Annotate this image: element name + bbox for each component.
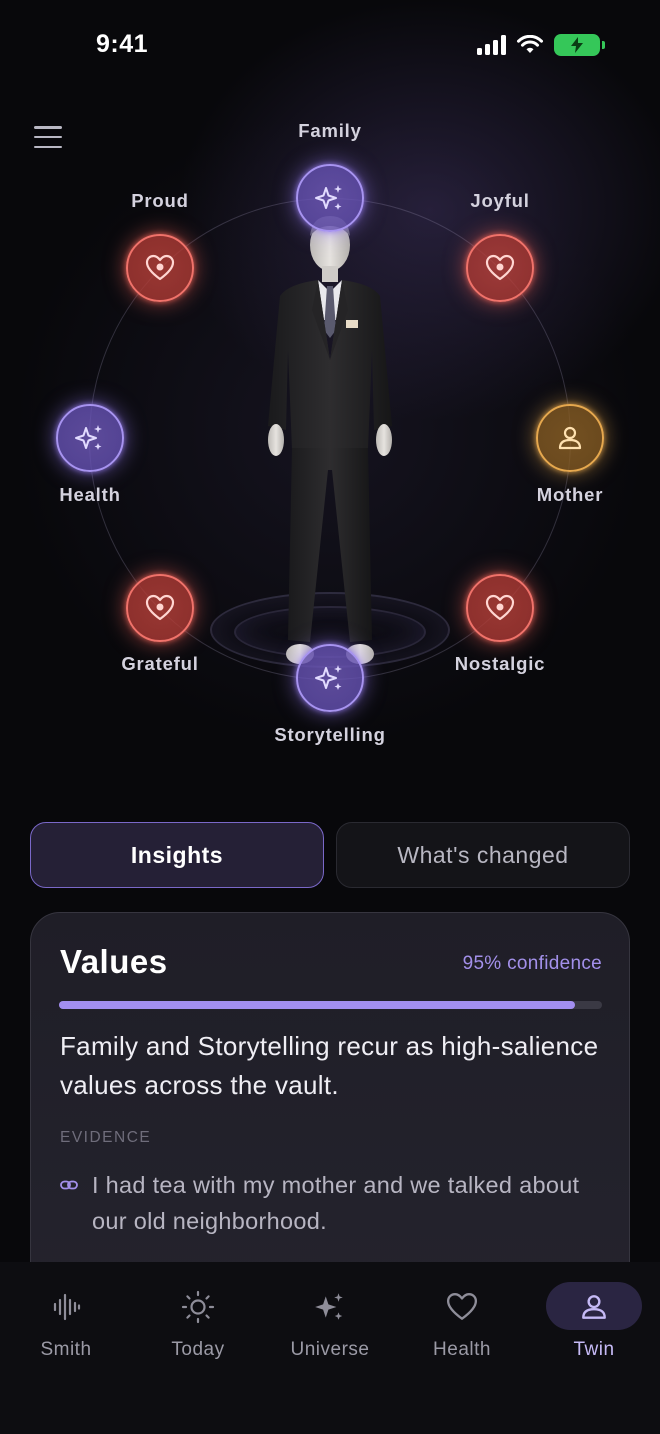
tab-whats-changed[interactable]: What's changed <box>336 822 630 888</box>
insight-card[interactable]: Values 95% confidence Family and Storyte… <box>30 912 630 1292</box>
node-label-grateful: Grateful <box>121 653 199 674</box>
node-label-mother: Mother <box>536 484 604 505</box>
node-label-nostalgic: Nostalgic <box>454 653 546 674</box>
battery-icon <box>554 34 605 56</box>
evidence-heading: EVIDENCE <box>60 1129 152 1146</box>
heart-icon <box>145 254 175 281</box>
node-nostalgic[interactable] <box>466 574 534 642</box>
link-icon <box>60 1180 78 1190</box>
nav-label-health: Health <box>433 1339 491 1360</box>
heart-icon <box>446 1293 478 1320</box>
heart-icon <box>485 254 515 281</box>
confidence-bar-fill <box>59 1001 575 1009</box>
heart-icon <box>145 594 175 621</box>
waveform-icon <box>53 1293 81 1321</box>
node-storytelling[interactable] <box>296 644 364 712</box>
node-mother[interactable] <box>536 404 604 472</box>
twin-avatar[interactable] <box>250 200 410 680</box>
wifi-icon <box>517 35 543 53</box>
menu-icon[interactable] <box>34 126 62 148</box>
sparkles-icon <box>315 665 342 690</box>
bottom-nav: Smith Today Universe Health Twin <box>0 1262 660 1434</box>
status-icons <box>477 34 605 56</box>
sun-icon <box>181 1290 215 1324</box>
sparkles-icon <box>315 185 342 210</box>
heart-icon <box>485 594 515 621</box>
nav-item-today[interactable]: Today <box>143 1280 253 1380</box>
person-icon <box>558 426 582 450</box>
nav-label-smith: Smith <box>40 1339 92 1360</box>
cellular-signal-icon <box>477 35 506 55</box>
nav-label-twin: Twin <box>573 1339 615 1360</box>
sparkles-icon <box>75 425 102 450</box>
node-joyful[interactable] <box>466 234 534 302</box>
status-time: 9:41 <box>96 30 149 58</box>
node-health[interactable] <box>56 404 124 472</box>
nav-label-universe: Universe <box>290 1339 370 1360</box>
nav-label-today: Today <box>171 1339 225 1360</box>
node-label-storytelling: Storytelling <box>274 724 386 745</box>
tab-insights[interactable]: Insights <box>30 822 324 888</box>
person-icon <box>582 1295 606 1319</box>
card-title: Values <box>60 943 168 980</box>
node-label-health: Health <box>59 484 121 505</box>
evidence-item[interactable]: I had tea with my mother and we talked a… <box>60 1167 600 1239</box>
node-label-proud: Proud <box>131 190 189 211</box>
sparkles-icon <box>315 1293 343 1320</box>
nav-item-health[interactable]: Health <box>407 1280 517 1380</box>
node-family[interactable] <box>296 164 364 232</box>
nav-item-universe[interactable]: Universe <box>275 1280 385 1380</box>
nav-item-smith[interactable]: Smith <box>11 1280 121 1380</box>
node-label-family: Family <box>298 120 362 141</box>
confidence-bar <box>59 1001 602 1009</box>
confidence-label: 95% confidence <box>462 953 602 974</box>
card-summary: Family and Storytelling recur as high-sa… <box>60 1031 599 1100</box>
evidence-text: I had tea with my mother and we talked a… <box>92 1172 580 1234</box>
node-label-joyful: Joyful <box>470 190 530 211</box>
node-proud[interactable] <box>126 234 194 302</box>
nav-item-twin[interactable]: Twin <box>539 1280 649 1380</box>
twin-screen: 9:41 Family Joyful Proud Health Mother G… <box>0 0 660 1434</box>
node-grateful[interactable] <box>126 574 194 642</box>
